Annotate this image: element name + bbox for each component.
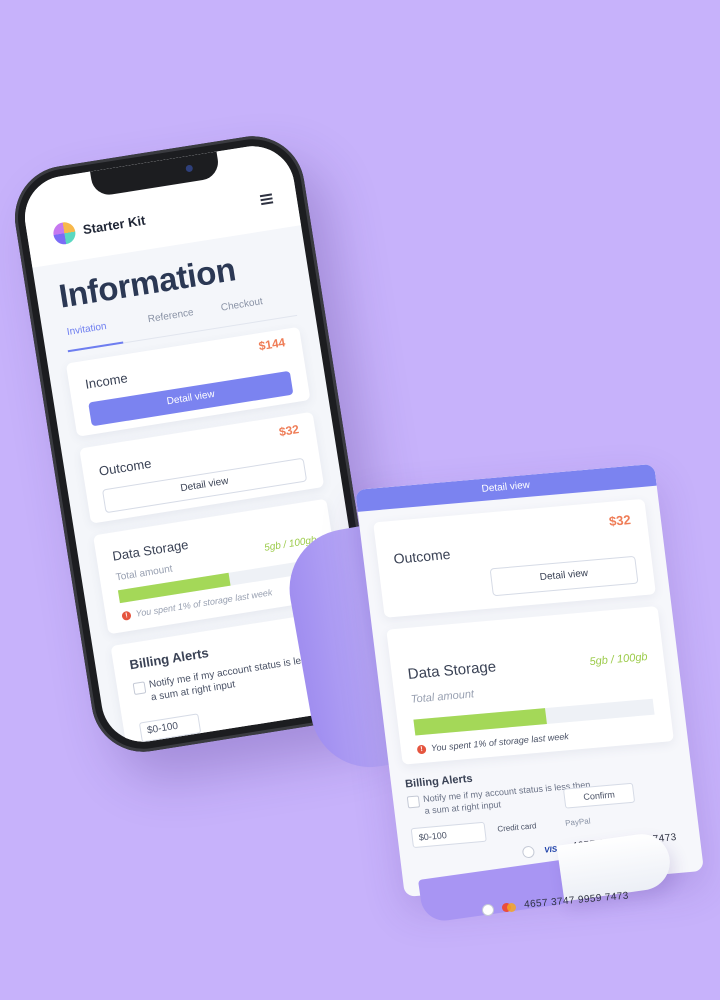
hamburger-menu-icon[interactable]: [259, 193, 274, 206]
amount-select[interactable]: $0-100: [138, 713, 202, 743]
paper-storage-alert-text: You spent 1% of storage last week: [430, 731, 570, 754]
visa-radio[interactable]: [521, 845, 536, 859]
paper-outcome-amount: $32: [608, 512, 632, 529]
tab-checkout[interactable]: Checkout: [220, 296, 263, 313]
storage-title: Data Storage: [111, 536, 190, 564]
paper-alert-icon: !: [416, 744, 427, 755]
paper-outcome-card: Outcome $32 Detail view: [373, 498, 656, 618]
paper-storage-progress-fill: [413, 708, 547, 736]
paper-storage-progress-bar: [413, 698, 655, 736]
paper-outcome-detail-button[interactable]: Detail view: [489, 555, 639, 597]
mastercard-icon: [502, 903, 516, 912]
paper-storage-subtitle: Total amount: [410, 688, 475, 706]
paper-storage-value: 5gb / 100gb: [588, 651, 649, 669]
storage-subtitle: Total amount: [115, 563, 174, 584]
paper-storage-title: Data Storage: [406, 658, 498, 683]
app-logo-icon: [51, 220, 77, 246]
income-amount: $144: [257, 335, 287, 354]
billing-title: Billing Alerts: [128, 645, 210, 673]
mastercard-radio[interactable]: [482, 904, 494, 916]
camera-icon: [185, 164, 194, 173]
paper-storage-card: Data Storage Total amount 5gb / 100gb ! …: [386, 605, 674, 765]
income-title: Income: [84, 370, 129, 392]
app-title: Starter Kit: [81, 212, 147, 238]
paper-outcome-title: Outcome: [392, 545, 452, 567]
paper-amount-select[interactable]: $0-100: [410, 821, 487, 849]
alert-icon: !: [121, 610, 132, 621]
tab-invitation[interactable]: Invitation: [66, 321, 107, 338]
paper-notify-checkbox[interactable]: [406, 795, 421, 809]
notify-checkbox[interactable]: [132, 681, 147, 696]
outcome-title: Outcome: [97, 455, 153, 479]
tab-reference[interactable]: Reference: [147, 307, 194, 325]
paper-tab-paypal[interactable]: PayPal: [565, 808, 684, 828]
paper-scroll: Detail view Outcome $32 Detail view Data…: [355, 463, 705, 897]
active-tab-indicator: [67, 341, 124, 353]
outcome-amount: $32: [278, 422, 300, 440]
